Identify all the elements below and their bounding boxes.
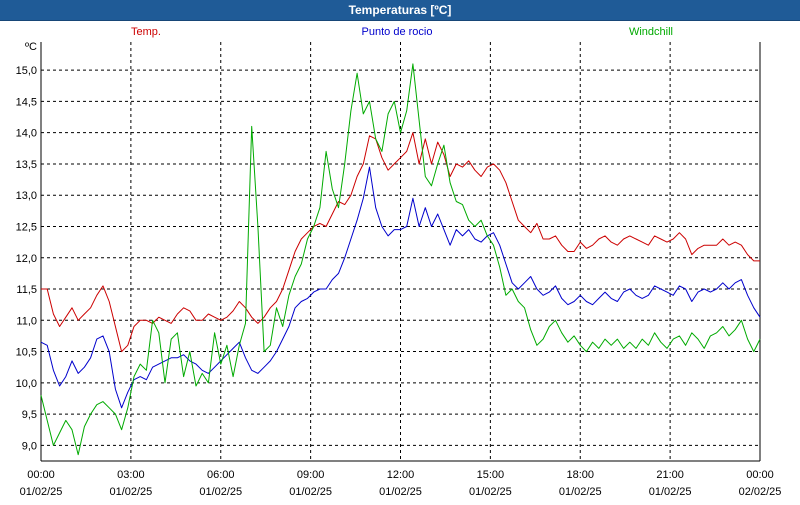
legend-entry-2: Windchill [629, 26, 673, 38]
window-title: Temperaturas [ºC] [0, 0, 800, 21]
legend-entry-1: Punto de rocio [362, 26, 433, 38]
y-tick-label: 13,0 [16, 190, 37, 202]
x-tick-date-label: 01/02/25 [469, 486, 512, 498]
legend-layer: Temp. Punto de rocio Windchill [131, 26, 673, 38]
chart-window: Temperaturas [ºC] Temp. Punto de rocio Win… [0, 0, 800, 500]
legend-entry-0: Temp. [131, 26, 161, 38]
y-tick-label: 15,0 [16, 65, 37, 77]
x-tick-date-label: 01/02/25 [649, 486, 692, 498]
x-tick-date-label: 01/02/25 [379, 486, 422, 498]
temperature-chart: Temp. Punto de rocio Windchill 9,0 9,5 10,0 1… [16, 26, 782, 498]
plot-area: Temp. Punto de rocio Windchill 9,0 9,5 10,0 1… [0, 21, 800, 500]
grid-layer [41, 42, 760, 461]
x-tick-time-label: 00:00 [27, 469, 55, 481]
y-tick-label: 14,0 [16, 128, 37, 140]
x-tick-date-label: 01/02/25 [289, 486, 332, 498]
y-tick-label: 9,0 [22, 440, 37, 452]
y-tick-label: 10,0 [16, 378, 37, 390]
y-tick-label: 14,5 [16, 96, 37, 108]
x-tick-time-label: 15:00 [477, 469, 505, 481]
x-tick-time-label: 00:00 [746, 469, 774, 481]
y-tick-label: 9,5 [22, 409, 37, 421]
x-tick-time-label: 09:00 [297, 469, 325, 481]
x-tick-time-label: 06:00 [207, 469, 235, 481]
x-tick-date-label: 01/02/25 [559, 486, 602, 498]
x-tick-date-label: 02/02/25 [739, 486, 782, 498]
y-tick-label: 11,0 [16, 315, 37, 327]
x-tick-time-label: 18:00 [566, 469, 594, 481]
y-tick-label: 13,5 [16, 159, 37, 171]
y-tick-label: 11,5 [16, 284, 37, 296]
y-tick-label: 12,5 [16, 221, 37, 233]
y-tick-label: 10,5 [16, 347, 37, 359]
y-axis-unit-label: ºC [25, 41, 37, 53]
x-tick-date-label: 01/02/25 [20, 486, 63, 498]
x-tick-time-label: 12:00 [387, 469, 415, 481]
x-tick-date-label: 01/02/25 [199, 486, 242, 498]
x-tick-time-label: 03:00 [117, 469, 145, 481]
y-tick-label: 12,0 [16, 253, 37, 265]
series-line-1 [40, 166, 761, 409]
x-tick-date-label: 01/02/25 [109, 486, 152, 498]
x-tick-time-label: 21:00 [656, 469, 684, 481]
